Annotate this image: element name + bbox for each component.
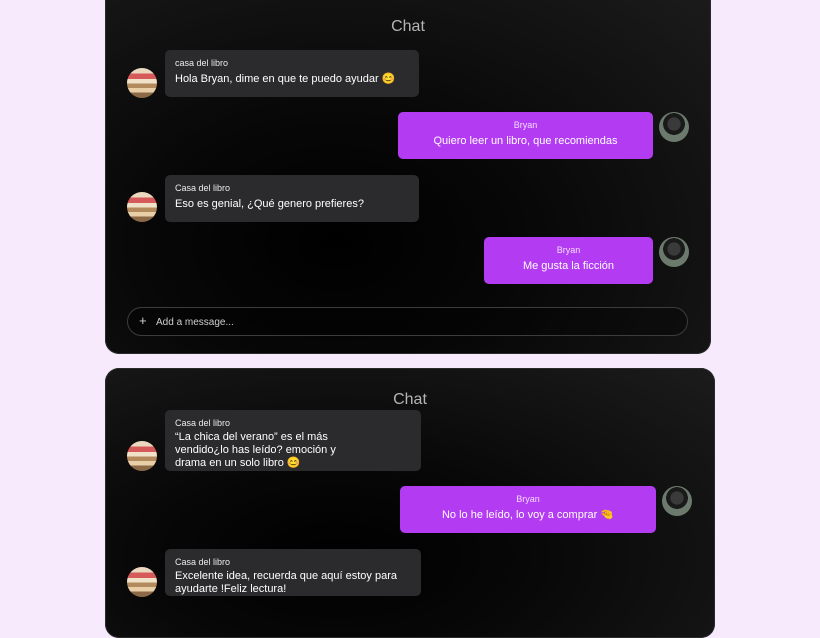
message-text: Excelente idea, recuerda que aquí estoy … <box>175 570 397 595</box>
user-message-bubble: Bryan Quiero leer un libro, que recomien… <box>398 112 653 159</box>
message-text: Hola Bryan, dime en que te puedo ayudar … <box>175 73 396 85</box>
bookstore-avatar <box>127 68 157 98</box>
chat-panel: Chat Casa del libro “La chica del verano… <box>105 368 715 638</box>
chat-title: Chat <box>393 391 427 408</box>
message-text: Eso es genial, ¿Qué genero prefieres? <box>175 198 364 210</box>
message-sender: Casa del libro <box>175 418 231 428</box>
bot-message-bubble: Casa del libro “La chica del verano” es … <box>165 410 421 471</box>
message-composer[interactable]: + <box>127 307 688 336</box>
message-text: Me gusta la ficción <box>522 260 615 272</box>
message-sender: Bryan <box>516 494 540 504</box>
user-message-bubble: Bryan No lo he leído, lo voy a comprar 🤏 <box>400 486 656 533</box>
add-attachment-icon[interactable]: + <box>139 313 147 328</box>
message-text: No lo he leído, lo voy a comprar 🤏 <box>441 509 615 521</box>
message-sender: casa del libro <box>175 58 229 68</box>
bot-message-bubble: casa del libro Hola Bryan, dime en que t… <box>165 50 419 97</box>
bookstore-avatar <box>127 441 157 471</box>
bookstore-avatar <box>127 192 157 222</box>
chat-panel: Chat casa del libro Hola Bryan, dime en … <box>105 0 711 354</box>
message-sender: Casa del libro <box>175 557 231 567</box>
user-message-bubble: Bryan Me gusta la ficción <box>484 237 653 284</box>
message-sender: Casa del libro <box>175 183 231 193</box>
message-sender: Bryan <box>556 245 581 255</box>
message-text: Quiero leer un libro, que recomiendas <box>433 135 618 147</box>
chat-title: Chat <box>391 18 425 35</box>
bot-message-bubble: Casa del libro Eso es genial, ¿Qué gener… <box>165 175 419 222</box>
user-avatar <box>659 112 689 142</box>
message-text: “La chica del verano” es el más vendido¿… <box>175 431 336 469</box>
message-sender: Bryan <box>513 120 538 130</box>
bookstore-avatar <box>127 567 157 597</box>
user-avatar <box>662 486 692 516</box>
user-avatar <box>659 237 689 267</box>
message-input[interactable] <box>154 313 658 331</box>
bot-message-bubble: Casa del libro Excelente idea, recuerda … <box>165 549 421 596</box>
